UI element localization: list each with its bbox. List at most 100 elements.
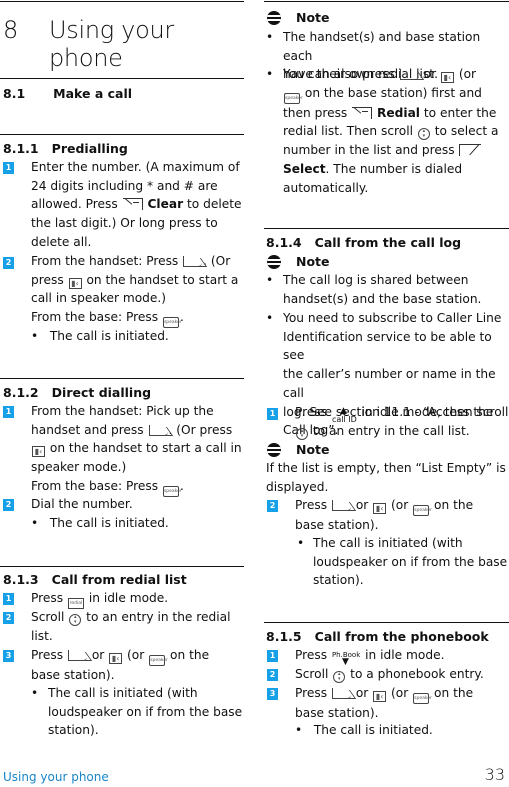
bullet-text: The call is initiated (with loudspeaker … — [313, 534, 509, 590]
divider — [264, 1, 509, 2]
divider — [264, 622, 509, 623]
bullet-dot: • — [266, 273, 274, 287]
step-badge: 2 — [3, 612, 14, 624]
text-line: then press Redial to enter the — [283, 104, 509, 123]
text-line: list. — [31, 628, 53, 643]
text-line: number in the list and press — [283, 141, 509, 160]
text-line: The handset(s) and base station each — [283, 30, 481, 63]
section-title: Call from redial list — [51, 572, 187, 587]
section-heading-8-1-3: 8.1.3 Call from redial list — [3, 572, 187, 587]
text: to delete — [183, 197, 242, 212]
section-number: 8.1.3 — [3, 572, 39, 587]
text: Press — [295, 405, 328, 419]
text-line: base station). — [31, 668, 115, 682]
talk-key-icon — [331, 500, 351, 511]
speakerphone-key-icon: ▮‹ — [32, 446, 45, 458]
speakerphone-key-icon: ▮‹ — [373, 691, 387, 702]
bullet-item: • The call is initiated. — [31, 514, 169, 533]
divider — [0, 78, 244, 79]
text-line: allowed. Press Clear to delete — [31, 195, 246, 214]
text: (or — [127, 648, 145, 662]
text: on the — [434, 686, 474, 700]
text: then press — [283, 105, 348, 120]
text-line: the last digit.) Or long press to — [31, 216, 218, 231]
bullet-dot: • — [266, 30, 274, 44]
step-badge: 1 — [267, 408, 278, 420]
clear-softkey-icon — [122, 198, 143, 211]
text: redial list. Then scroll — [283, 124, 414, 139]
text: (or — [391, 686, 409, 700]
text: Scroll — [31, 610, 65, 624]
bullet-text: You can also press or ▮‹ (or speaker on … — [283, 65, 509, 197]
base-speaker-key-icon: speaker — [413, 693, 432, 704]
step-text: Press or ▮‹ (or speaker on the base stat… — [295, 684, 509, 723]
text-line: From the base: Press speaker. — [31, 477, 246, 497]
talk-key-icon — [67, 650, 87, 661]
text-line: speaker on the base station) first and — [283, 84, 509, 104]
step-text: From the handset: Press . (Or press ▮‹ o… — [31, 252, 246, 329]
note-icon — [267, 255, 281, 269]
text-line: 24 digits including * and # are — [31, 178, 218, 193]
talk-key-icon — [148, 424, 168, 436]
bullet-item: • The call log is shared between handset… — [264, 271, 509, 308]
step-text: Scroll ▴ ▾ to an entry in the redial list… — [31, 608, 246, 645]
text: on the base station) first and — [304, 85, 482, 100]
text: From the base: Press — [31, 478, 159, 493]
text: Press — [31, 591, 64, 605]
step-badge: 2 — [3, 257, 14, 269]
bullet-item: • The call is initiated. — [31, 327, 169, 346]
bullet-item: • The call is initiated (with loudspeake… — [295, 534, 509, 590]
text: in idle mode. — [365, 648, 445, 662]
footer-section-title: Using your phone — [3, 770, 109, 784]
right-softkey-icon — [352, 106, 373, 119]
text: on the handset to start a — [86, 272, 239, 287]
text-line: automatically. — [283, 180, 369, 195]
divider — [264, 228, 509, 229]
text: to select a — [434, 124, 499, 139]
divider — [0, 134, 244, 135]
text: on the handset to start a call in — [49, 441, 242, 456]
text: You can also press — [283, 67, 395, 81]
navigation-key-icon: ▴ ▾ — [333, 671, 346, 683]
bullet-dot: • — [295, 723, 303, 737]
bullet-dot: • — [31, 516, 39, 530]
text: to an entry in the call list. — [312, 423, 470, 438]
text: (or — [458, 67, 477, 81]
page-number: 33 — [484, 765, 505, 784]
text: or — [355, 686, 369, 700]
text: number in the list and press — [283, 143, 455, 158]
text-line: If the list is empty, then “List Empty” … — [266, 461, 506, 475]
bullet-item: • You can also press or ▮‹ (or speaker o… — [264, 65, 509, 197]
text: in idle mode, then scroll — [361, 405, 509, 419]
text-line: Press or ▮‹ (or speaker on the — [295, 496, 509, 516]
step-text: Enter the number. (A maximum of 24 digit… — [31, 158, 246, 252]
text: Press — [295, 686, 328, 700]
text-line: ▴ ▾ to an entry in the call list. — [295, 422, 509, 441]
section-title: Direct dialling — [51, 385, 152, 400]
text: (or — [391, 498, 409, 512]
text-line: The call is initiated (with — [313, 536, 463, 550]
step-badge: 3 — [267, 688, 278, 700]
text-line: base station). — [295, 706, 379, 720]
text-line: The call log is shared between — [283, 273, 469, 287]
text-line: Press or ▮‹ (or speaker on the — [295, 684, 509, 704]
text: Press — [295, 498, 328, 512]
text-line: loudspeaker on if from the base — [48, 704, 243, 719]
text: on the — [170, 648, 210, 662]
text-line: delete all. — [31, 234, 92, 249]
text-line: You can also press or ▮‹ (or — [283, 65, 509, 84]
text-line: From the handset: Press . (Or — [31, 252, 246, 271]
text-line: Identification service to be able to see — [283, 329, 492, 363]
section-heading-8-1-1: 8.1.1 Predialling — [3, 141, 128, 156]
speakerphone-key-icon: ▮‹ — [68, 277, 82, 289]
note-text: If the list is empty, then “List Empty” … — [266, 459, 509, 496]
bullet-dot: • — [31, 686, 39, 700]
step-text: Press redial in idle mode. — [31, 589, 168, 609]
step-badge: 2 — [267, 500, 278, 512]
section-title: Predialling — [51, 141, 128, 156]
text: press — [31, 272, 64, 287]
speakerphone-key-icon: ▮‹ — [373, 503, 387, 514]
text-line: You need to subscribe to Caller Line — [283, 311, 502, 325]
note-icon — [267, 11, 281, 25]
text-line: call in speaker mode.) — [31, 291, 167, 306]
